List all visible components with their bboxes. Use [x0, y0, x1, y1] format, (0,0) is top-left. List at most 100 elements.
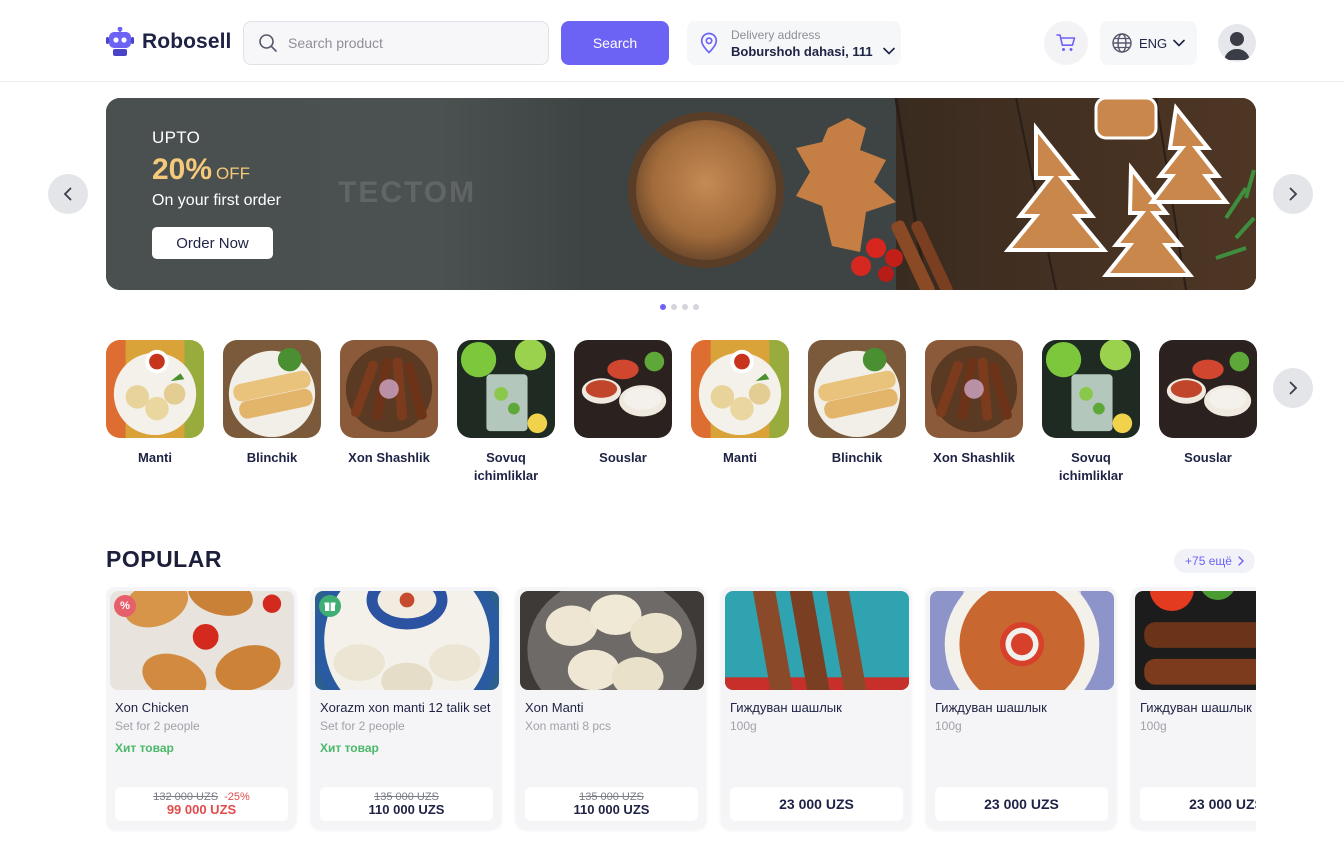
category-image — [1042, 340, 1140, 438]
price-box[interactable]: 23 000 UZS — [1140, 787, 1256, 821]
category-item[interactable]: Blinchik — [223, 340, 321, 490]
cart-button[interactable] — [1044, 21, 1088, 65]
product-card[interactable]: Xon Manti Xon manti 8 pcs 135 000 UZS 110 0… — [516, 587, 706, 829]
price-box[interactable]: 23 000 UZS — [935, 787, 1108, 821]
product-description: 100g — [730, 719, 757, 733]
product-description: Set for 2 people — [115, 719, 200, 733]
delivery-value: Boburshоh dahasi, 111 — [731, 43, 873, 59]
order-now-button[interactable]: Order Now — [152, 227, 273, 259]
delivery-value-row: Boburshоh dahasi, 111 — [731, 44, 895, 59]
category-image — [574, 340, 672, 438]
chevron-right-icon — [1289, 187, 1298, 201]
banner-discount: 20% OFF — [152, 153, 250, 187]
category-image — [457, 340, 555, 438]
kebab3-photo — [1135, 591, 1256, 690]
category-item[interactable]: Souslar — [574, 340, 672, 490]
promo-banner[interactable]: TECTOM UPTO 20% OFF On your first order O… — [106, 98, 1256, 290]
price-box[interactable]: 132 000 UZS -25% 99 000 UZS — [115, 787, 288, 821]
sauces-photo — [574, 340, 672, 438]
search-button[interactable]: Search — [561, 21, 669, 65]
product-description: 100g — [935, 719, 962, 733]
product-info: Гиждуван шашлык 100g — [730, 699, 902, 735]
category-label: Sovuq ichimliklar — [1058, 450, 1124, 483]
category-item[interactable]: Xon Shashlik — [925, 340, 1023, 490]
banner-pagination — [660, 304, 699, 310]
user-icon — [1218, 24, 1256, 62]
logo[interactable]: Robosell — [106, 27, 231, 57]
category-image — [223, 340, 321, 438]
category-label: Blinchik — [831, 450, 883, 465]
price-box[interactable]: 23 000 UZS — [730, 787, 903, 821]
product-image — [1135, 591, 1256, 690]
product-info: Гиждуван шашлык 100g — [1140, 699, 1256, 735]
banner-off-label: OFF — [216, 164, 251, 183]
category-list: Manti Blinchik Xon Shashlik Sovuq ichimlikl… — [106, 340, 1257, 490]
current-price: 23 000 UZS — [984, 796, 1059, 812]
product-card[interactable]: Гиждуван шашлык 100g 23 000 UZS — [926, 587, 1116, 829]
product-name: Xon Chicken — [115, 700, 189, 715]
category-item[interactable]: Xon Shashlik — [340, 340, 438, 490]
product-card[interactable]: Гиждуван шашлык 100g 23 000 UZS — [721, 587, 911, 829]
category-item[interactable]: Blinchik — [808, 340, 906, 490]
pagination-dot[interactable] — [660, 304, 666, 310]
blinchik-photo — [223, 340, 321, 438]
user-avatar[interactable] — [1218, 24, 1256, 62]
chevron-down-icon — [1173, 39, 1185, 47]
category-item[interactable]: Sovuq ichimliklar — [1042, 340, 1140, 490]
drink-photo — [1042, 340, 1140, 438]
category-label: Manti — [723, 450, 757, 465]
kebab2-photo — [930, 591, 1114, 690]
banner-upto: UPTO — [152, 128, 201, 147]
show-more-button[interactable]: +75 ещё — [1174, 549, 1255, 573]
category-item[interactable]: Manti — [691, 340, 789, 490]
categories-next-button[interactable] — [1273, 368, 1313, 408]
price-box[interactable]: 135 000 UZS 110 000 UZS — [525, 787, 698, 821]
product-name: Гиждуван шашлык — [935, 700, 1047, 715]
hit-product-tag: Хит товар — [320, 741, 379, 755]
globe-icon — [1112, 33, 1132, 53]
location-pin-icon — [700, 32, 718, 54]
pagination-dot[interactable] — [682, 304, 688, 310]
product-image — [520, 591, 704, 690]
product-image — [930, 591, 1114, 690]
search-box[interactable] — [243, 21, 549, 65]
delivery-address-selector[interactable]: Delivery address Boburshоh dahasi, 111 — [687, 21, 901, 65]
pagination-dot[interactable] — [671, 304, 677, 310]
price-box[interactable]: 135 000 UZS 110 000 UZS — [320, 787, 493, 821]
cart-icon — [1056, 34, 1076, 51]
category-label: Manti — [138, 450, 172, 465]
search-input[interactable] — [288, 35, 528, 51]
banner-subtitle: On your first order — [152, 192, 281, 209]
product-card[interactable]: Xorazm xon manti 12 talik set Set for 2 p… — [311, 587, 501, 829]
language-selector[interactable]: ENG — [1100, 21, 1197, 65]
product-description: Set for 2 people — [320, 719, 405, 733]
language-label: ENG — [1139, 35, 1168, 51]
product-name: Гиждуван шашлык — [1140, 700, 1252, 715]
shashlik-photo — [925, 340, 1023, 438]
kebab1-photo — [725, 591, 909, 690]
category-item[interactable]: Manti — [106, 340, 204, 490]
pagination-dot[interactable] — [693, 304, 699, 310]
gift-badge-icon — [319, 595, 341, 617]
category-image — [691, 340, 789, 438]
product-name: Xon Manti — [525, 700, 584, 715]
hit-product-tag: Хит товар — [115, 741, 174, 755]
category-label: Xon Shashlik — [933, 450, 1015, 465]
current-price: 110 000 UZS — [368, 802, 445, 817]
category-label: Blinchik — [246, 450, 298, 465]
banner-prev-button[interactable] — [48, 174, 88, 214]
category-item[interactable]: Sovuq ichimliklar — [457, 340, 555, 490]
chevron-left-icon — [63, 187, 72, 201]
product-name: Xorazm xon manti 12 talik set — [320, 700, 491, 715]
robot-logo-icon — [106, 27, 134, 56]
banner-next-button[interactable] — [1273, 174, 1313, 214]
product-card[interactable]: % Xon Chicken Set for 2 people Хит товар 132… — [106, 587, 296, 829]
product-card[interactable]: Гиждуван шашлык 100g 23 000 UZS — [1131, 587, 1256, 829]
manti-photo — [691, 340, 789, 438]
category-image — [808, 340, 906, 438]
current-price: 99 000 UZS — [166, 802, 237, 817]
category-label: Souslar — [1184, 450, 1232, 465]
category-image — [1159, 340, 1257, 438]
logo-text: Robosell — [142, 30, 232, 53]
category-item[interactable]: Souslar — [1159, 340, 1257, 490]
